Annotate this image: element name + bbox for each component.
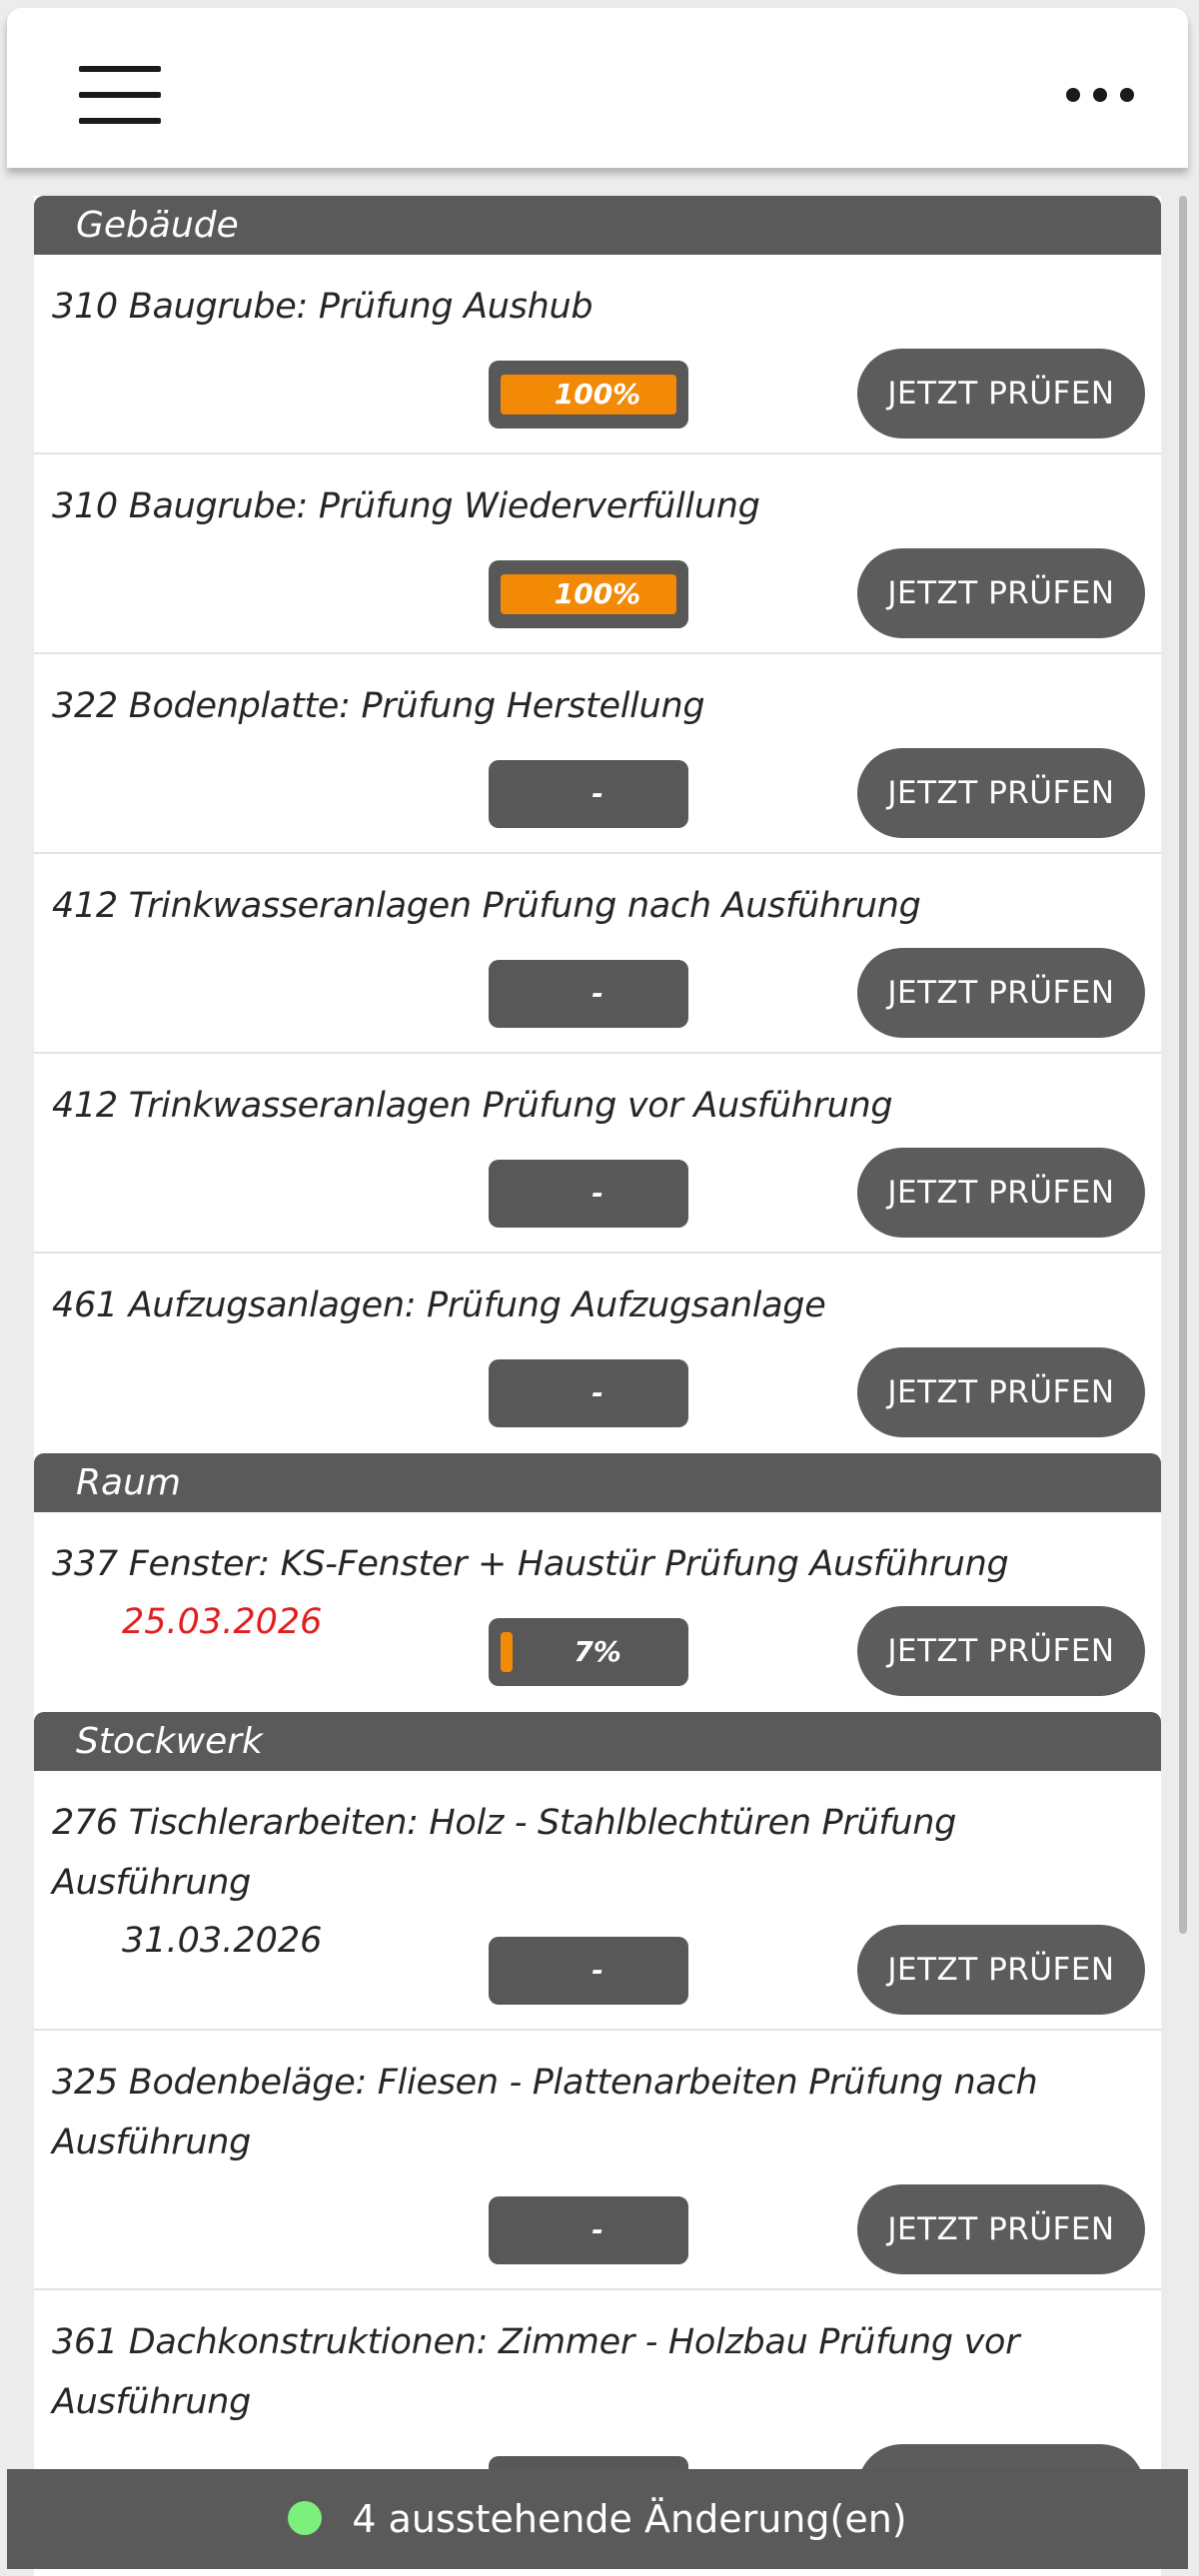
progress-bar: - [489, 1160, 688, 1228]
inspection-title: 310 Baugrube: Prüfung Aushub [52, 287, 594, 327]
check-now-button[interactable]: JETZT PRÜFEN [857, 948, 1145, 1038]
hamburger-menu-icon[interactable] [79, 66, 161, 124]
progress-label: - [592, 1954, 603, 1987]
progress-label: - [592, 1376, 603, 1409]
check-now-button[interactable]: JETZT PRÜFEN [857, 1148, 1145, 1238]
check-now-button[interactable]: JETZT PRÜFEN [857, 1606, 1145, 1696]
more-options-icon[interactable] [1066, 86, 1136, 104]
progress-label: 100% [554, 577, 641, 610]
section-header: Raum [34, 1453, 1161, 1512]
check-now-button[interactable]: JETZT PRÜFEN [857, 2184, 1145, 2274]
progress-label: 100% [554, 378, 641, 411]
inspection-list-item[interactable]: 412 Trinkwasseranlagen Prüfung nach Ausf… [34, 854, 1161, 1054]
inspection-title: 461 Aufzugsanlagen: Prüfung Aufzugsanlag… [52, 1286, 826, 1325]
due-date: 31.03.2026 [122, 1921, 323, 1961]
inspection-title: 322 Bodenplatte: Prüfung Herstellung [52, 686, 705, 726]
inspection-list-item[interactable]: 325 Bodenbeläge: Fliesen - Plattenarbeit… [34, 2031, 1161, 2290]
section-header: Gebäude [34, 196, 1161, 255]
progress-bar: 100% [489, 361, 688, 429]
inspection-list-item[interactable]: 310 Baugrube: Prüfung Aushub 100% JETZT PR… [34, 255, 1161, 454]
inspection-list-item[interactable]: 337 Fenster: KS-Fenster + Haustür Prüfun… [34, 1512, 1161, 1712]
sync-status-indicator-icon [288, 2500, 323, 2535]
progress-label: - [592, 1177, 603, 1210]
progress-label: - [592, 777, 603, 810]
scrollbar[interactable] [1179, 196, 1187, 1934]
inspection-title: 276 Tischlerarbeiten: Holz - Stahlblecht… [52, 1803, 957, 1903]
progress-bar: 7% [489, 1618, 688, 1686]
inspection-title: 325 Bodenbeläge: Fliesen - Plattenarbeit… [52, 2063, 1038, 2162]
check-now-button[interactable]: JETZT PRÜFEN [857, 349, 1145, 438]
check-now-button[interactable]: JETZT PRÜFEN [857, 1925, 1145, 2015]
progress-bar: 100% [489, 560, 688, 628]
pending-changes-label: 4 ausstehende Änderung(en) [352, 2497, 907, 2541]
inspection-list-item[interactable]: 276 Tischlerarbeiten: Holz - Stahlblecht… [34, 1771, 1161, 2031]
pending-changes-bar[interactable]: 4 ausstehende Änderung(en) [7, 2469, 1188, 2569]
inspection-title: 337 Fenster: KS-Fenster + Haustür Prüfun… [52, 1544, 1009, 1584]
progress-bar: - [489, 760, 688, 828]
app-screen: Gebäude 310 Baugrube: Prüfung Aushub 100% J… [0, 0, 1199, 2576]
inspection-list-item[interactable]: 461 Aufzugsanlagen: Prüfung Aufzugsanlag… [34, 1254, 1161, 1453]
inspection-list-item[interactable]: 310 Baugrube: Prüfung Wiederverfüllung 10… [34, 454, 1161, 654]
check-now-button[interactable]: JETZT PRÜFEN [857, 1347, 1145, 1437]
check-now-button[interactable]: JETZT PRÜFEN [857, 748, 1145, 838]
progress-label: 7% [574, 1635, 621, 1668]
progress-label: - [592, 977, 603, 1010]
check-now-button[interactable]: JETZT PRÜFEN [857, 548, 1145, 638]
inspection-title: 412 Trinkwasseranlagen Prüfung vor Ausfü… [52, 1086, 893, 1126]
progress-bar: - [489, 960, 688, 1028]
inspection-list-item[interactable]: 322 Bodenplatte: Prüfung Herstellung - JET… [34, 654, 1161, 854]
inspection-title: 412 Trinkwasseranlagen Prüfung nach Ausf… [52, 886, 921, 926]
inspection-title: 361 Dachkonstruktionen: Zimmer - Holzbau… [52, 2322, 1020, 2422]
progress-bar: - [489, 1359, 688, 1427]
due-date: 25.03.2026 [122, 1602, 323, 1642]
inspection-list-item[interactable]: 412 Trinkwasseranlagen Prüfung vor Ausfü… [34, 1054, 1161, 1254]
section-header: Stockwerk [34, 1712, 1161, 1771]
inspection-title: 310 Baugrube: Prüfung Wiederverfüllung [52, 486, 760, 526]
top-app-bar [7, 8, 1188, 168]
progress-bar: - [489, 1937, 688, 2005]
progress-bar: - [489, 2196, 688, 2264]
progress-label: - [592, 2213, 603, 2246]
inspection-list: Gebäude 310 Baugrube: Prüfung Aushub 100% J… [34, 196, 1161, 2576]
